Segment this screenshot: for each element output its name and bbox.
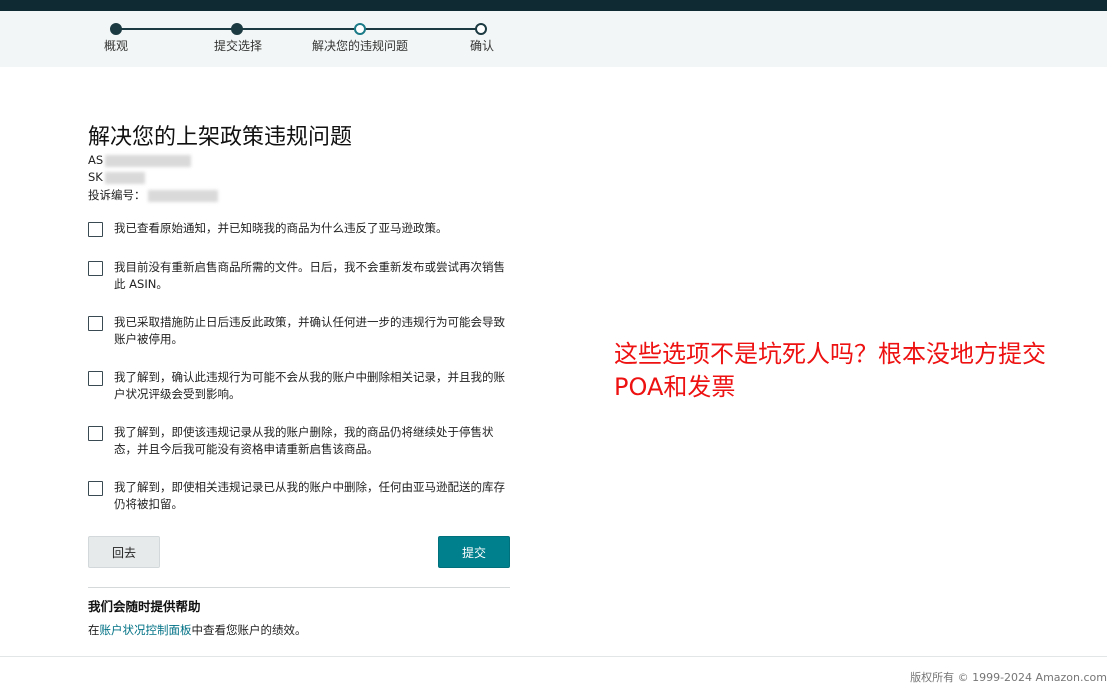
account-health-dashboard-link[interactable]: 账户状况控制面板	[100, 623, 192, 637]
checkbox-box[interactable]	[88, 426, 103, 441]
checkbox-label: 我了解到，确认此违规行为可能不会从我的账户中删除相关记录，并且我的账户状况评级会…	[114, 370, 505, 401]
redacted-complaint-id	[147, 189, 218, 202]
step-dot-overview	[110, 23, 122, 35]
step-dot-submit-choice	[231, 23, 243, 35]
step-connector	[360, 28, 481, 30]
annotation-line-2: POA和发票	[614, 373, 736, 401]
footer-divider	[0, 656, 1107, 657]
checkbox-label: 我目前没有重新启售商品所需的文件。日后，我不会重新发布或尝试再次销售此 ASIN…	[114, 260, 505, 291]
step-label-resolve: 解决您的违规问题	[311, 39, 409, 53]
acknowledge-checkbox-6[interactable]: 我了解到，即使相关违规记录已从我的账户中删除，任何由亚马逊配送的库存仍将被扣留。	[88, 479, 518, 513]
checkbox-box[interactable]	[88, 316, 103, 331]
annotation-line-1: 这些选项不是坑死人吗？根本没地方提交	[614, 340, 1046, 368]
complaint-line: 投诉编号：	[88, 187, 218, 203]
step-label-submit-choice: 提交选择	[213, 39, 263, 53]
redacted-asin	[105, 154, 192, 167]
sku-label: SK	[88, 170, 103, 184]
acknowledge-checkbox-3[interactable]: 我已采取措施防止日后违反此政策，并确认任何进一步的违规行为可能会导致账户被停用。	[88, 314, 518, 348]
help-suffix: 中查看您账户的绩效。	[191, 623, 307, 637]
acknowledge-checkbox-4[interactable]: 我了解到，确认此违规行为可能不会从我的账户中删除相关记录，并且我的账户状况评级会…	[88, 369, 518, 403]
checkbox-box[interactable]	[88, 222, 103, 237]
checkbox-label: 我已采取措施防止日后违反此政策，并确认任何进一步的违规行为可能会导致账户被停用。	[114, 315, 505, 346]
help-prefix: 在	[88, 623, 100, 637]
progress-stepper: 概观 提交选择 解决您的违规问题 确认	[0, 11, 1107, 67]
checkbox-box[interactable]	[88, 261, 103, 276]
step-connector	[116, 28, 237, 30]
step-dot-resolve	[354, 23, 366, 35]
asin-label: AS	[88, 153, 104, 167]
red-annotation: 这些选项不是坑死人吗？根本没地方提交 POA和发票	[614, 338, 1094, 404]
copyright: 版权所有 © 1999-2024 Amazon.com	[910, 671, 1107, 684]
step-dot-confirm	[475, 23, 487, 35]
checkbox-label: 我已查看原始通知，并已知晓我的商品为什么违反了亚马逊政策。	[114, 221, 448, 235]
sku-line: SK	[88, 170, 145, 184]
checkbox-box[interactable]	[88, 371, 103, 386]
asin-line: AS	[88, 153, 192, 167]
help-title: 我们会随时提供帮助	[88, 599, 201, 614]
help-text: 在账户状况控制面板中查看您账户的绩效。	[88, 622, 307, 638]
submit-button[interactable]: 提交	[438, 536, 510, 568]
divider	[88, 587, 510, 588]
top-bar	[0, 0, 1107, 11]
complaint-label: 投诉编号：	[88, 188, 146, 202]
back-button[interactable]: 回去	[88, 536, 160, 568]
acknowledge-checkbox-2[interactable]: 我目前没有重新启售商品所需的文件。日后，我不会重新发布或尝试再次销售此 ASIN…	[88, 259, 518, 293]
redacted-sku	[104, 171, 145, 184]
step-label-confirm: 确认	[469, 39, 495, 53]
step-connector	[237, 28, 360, 30]
checkbox-box[interactable]	[88, 481, 103, 496]
checkbox-label: 我了解到，即使该违规记录从我的账户删除，我的商品仍将继续处于停售状态，并且今后我…	[114, 425, 494, 456]
page-title: 解决您的上架政策违规问题	[88, 125, 353, 150]
acknowledge-checkbox-1[interactable]: 我已查看原始通知，并已知晓我的商品为什么违反了亚马逊政策。	[88, 220, 518, 237]
acknowledge-checkbox-5[interactable]: 我了解到，即使该违规记录从我的账户删除，我的商品仍将继续处于停售状态，并且今后我…	[88, 424, 518, 458]
checkbox-label: 我了解到，即使相关违规记录已从我的账户中删除，任何由亚马逊配送的库存仍将被扣留。	[114, 480, 505, 511]
step-label-overview: 概观	[103, 39, 129, 53]
